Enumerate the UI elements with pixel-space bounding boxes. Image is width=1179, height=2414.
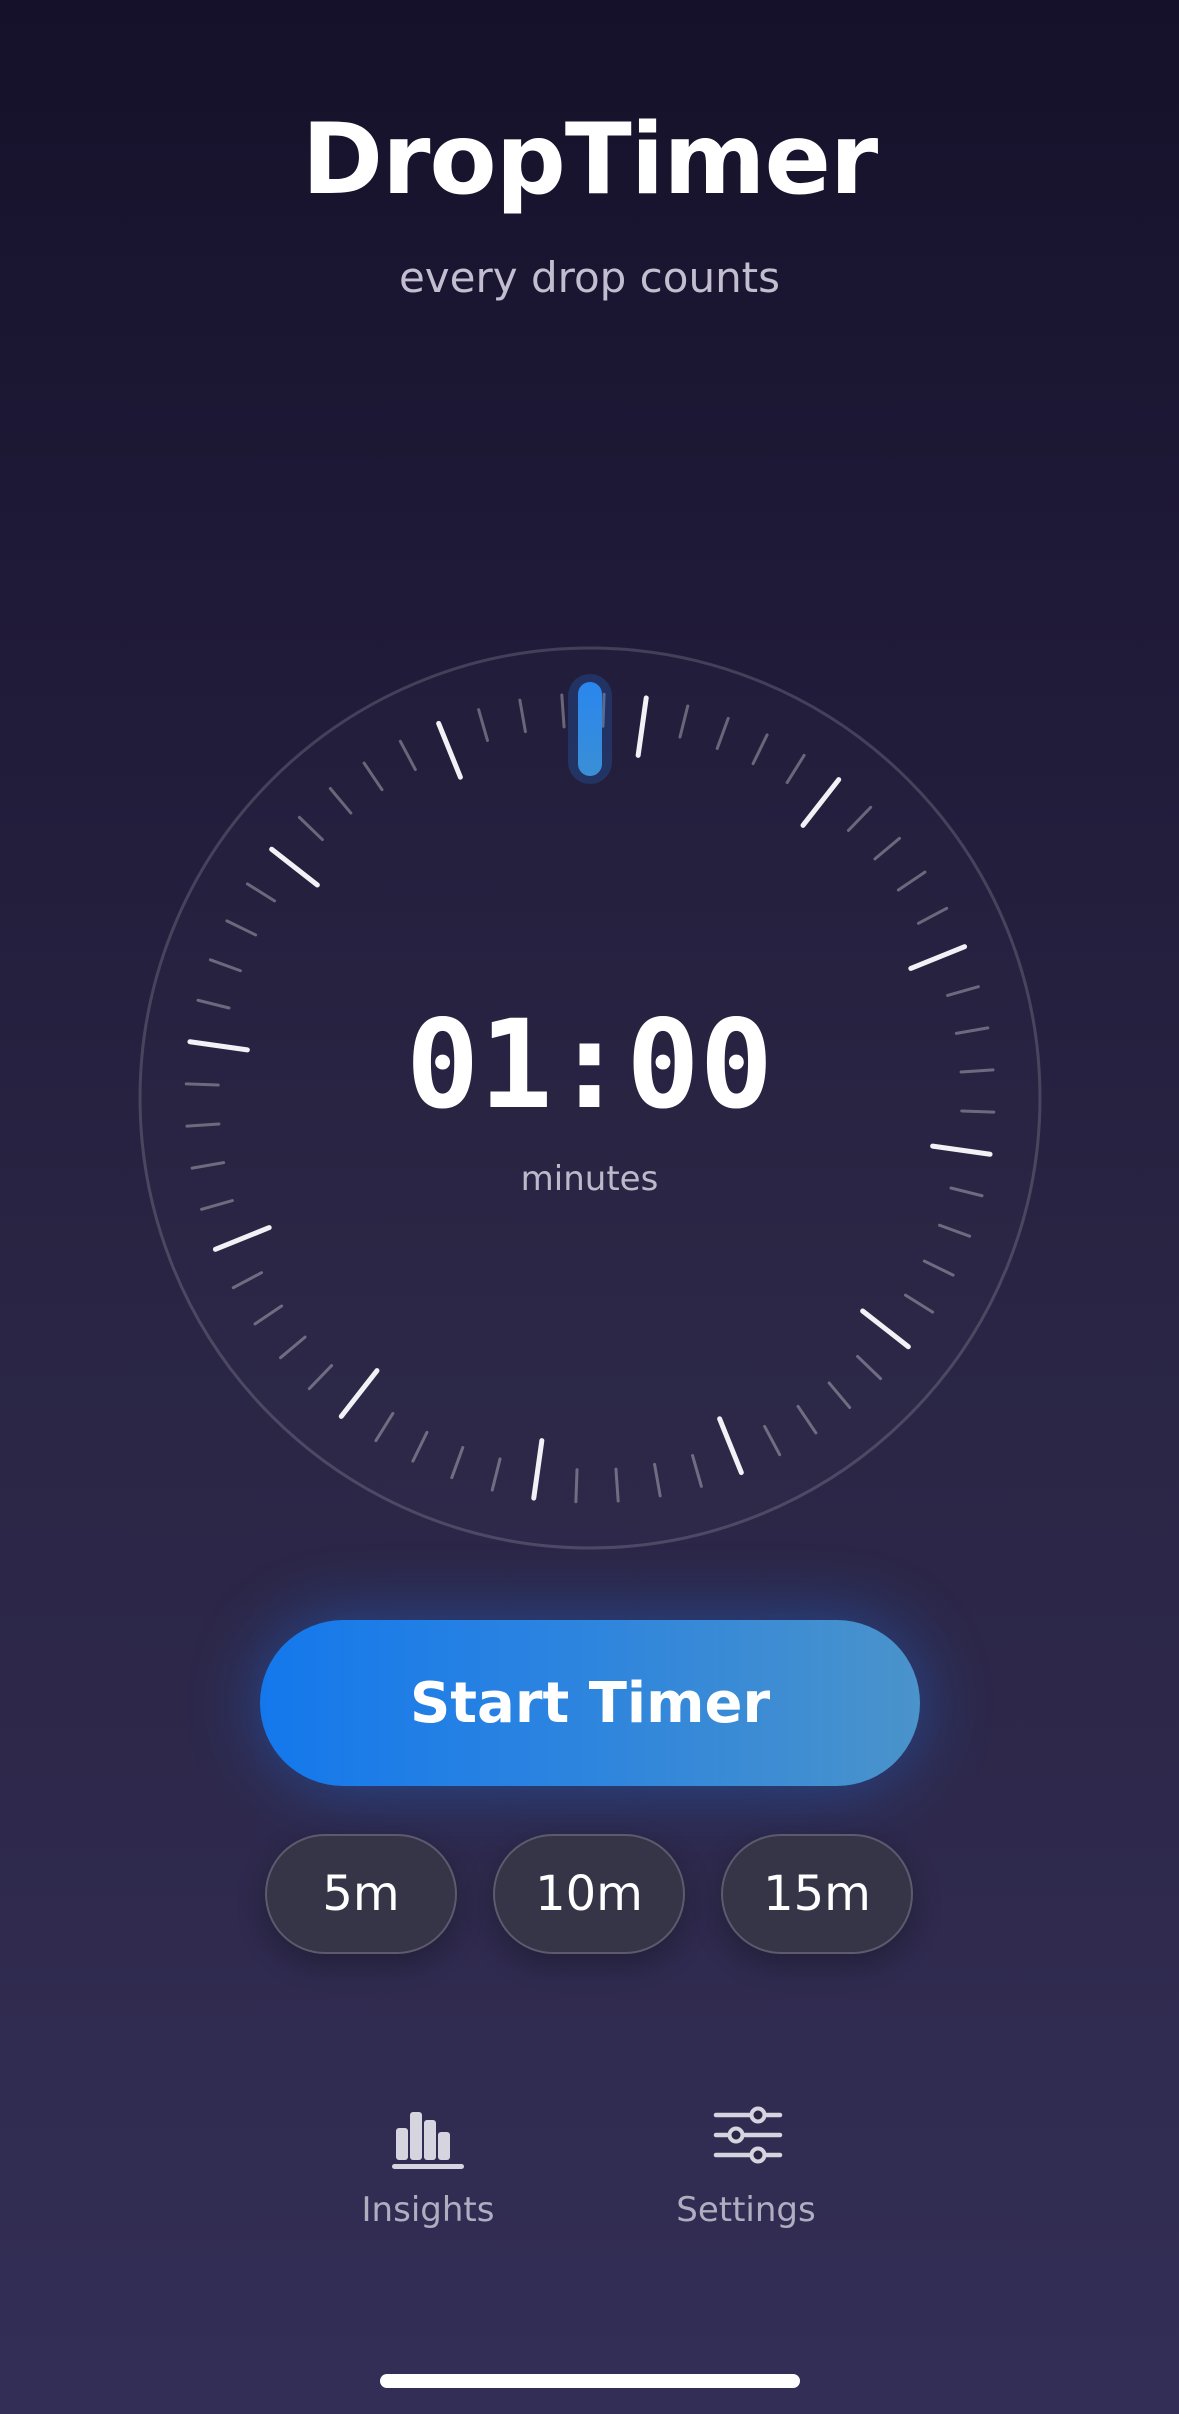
dial-minor-tick: [574, 1468, 579, 1504]
tab-settings-label: Settings: [676, 2190, 816, 2230]
start-timer-button[interactable]: Start Timer: [260, 1620, 920, 1786]
preset-chips: 5m 10m 15m: [0, 1834, 1179, 1958]
preset-10m-button[interactable]: 10m: [493, 1834, 685, 1954]
dial-handle[interactable]: [578, 682, 602, 776]
time-display: 01:00: [405, 994, 774, 1136]
bar-chart-icon: [392, 2112, 464, 2169]
time-unit-label: minutes: [520, 1159, 659, 1199]
tab-settings[interactable]: Settings: [626, 2100, 866, 2260]
dial-handle-group[interactable]: [568, 674, 612, 784]
app-subtitle: every drop counts: [398, 253, 781, 302]
home-indicator[interactable]: [380, 2374, 800, 2388]
preset-15m-button[interactable]: 15m: [721, 1834, 913, 1954]
sliders-icon: [713, 2106, 783, 2164]
tab-insights[interactable]: Insights: [308, 2100, 548, 2260]
app-title: DropTimer: [301, 103, 879, 217]
tab-insights-label: Insights: [361, 2190, 495, 2230]
preset-5m-button[interactable]: 5m: [265, 1834, 457, 1954]
